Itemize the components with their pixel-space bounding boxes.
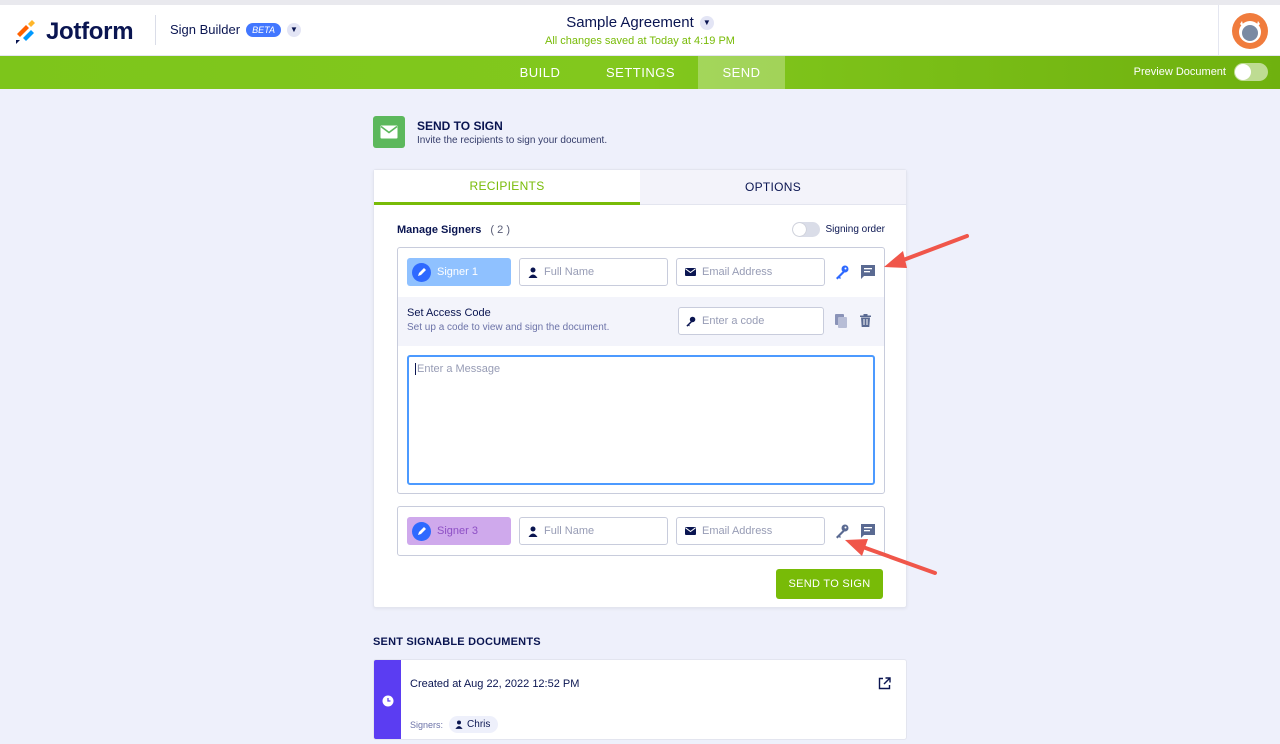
message-textarea[interactable]: Enter a Message (407, 355, 875, 485)
send-to-sign-heading: SEND TO SIGN Invite the recipients to si… (373, 116, 607, 148)
signing-order-toggle[interactable]: Signing order (791, 222, 885, 237)
signer-3-email-input[interactable]: Email Address (676, 517, 825, 545)
preview-label: Preview Document (1133, 66, 1226, 78)
signer-row-1: Signer 1 Full Name Email Address (407, 258, 877, 286)
tab-options[interactable]: OPTIONS (640, 170, 906, 205)
access-code-title: Set Access Code (407, 307, 491, 319)
tab-recipients[interactable]: RECIPIENTS (374, 170, 640, 205)
signer-count: ( 2 ) (490, 223, 510, 236)
document-title[interactable]: Sample Agreement ▼ (566, 14, 714, 31)
signing-order-switch[interactable] (791, 222, 820, 237)
manage-signers-label: Manage Signers (397, 223, 482, 236)
signing-order-label: Signing order (825, 224, 885, 235)
signers-label: Signers: (410, 719, 444, 730)
signer-box-2: Signer 3 Full Name Email Address (397, 506, 885, 556)
mail-icon (685, 527, 696, 535)
send-to-sign-subtitle: Invite the recipients to sign your docum… (417, 134, 608, 146)
document-title-text: Sample Agreement (566, 14, 694, 31)
user-avatar-icon (1238, 20, 1261, 43)
external-link-icon[interactable] (878, 677, 891, 695)
message-icon[interactable] (859, 522, 877, 540)
signer-chip: Chris (449, 716, 499, 733)
tab-settings[interactable]: SETTINGS (583, 56, 698, 89)
signer-1-email-input[interactable]: Email Address (676, 258, 825, 286)
app-header: Jotform Sign Builder BETA ▼ Sample Agree… (0, 5, 1280, 56)
sent-signers-row: Signers: Chris (410, 716, 499, 733)
signer-3-name-input[interactable]: Full Name (519, 517, 668, 545)
user-icon (528, 267, 538, 278)
sent-created-date: Created at Aug 22, 2022 12:52 PM (410, 678, 580, 690)
key-icon (686, 316, 696, 327)
access-code-input[interactable]: Enter a code (678, 307, 824, 335)
message-placeholder: Enter a Message (417, 363, 501, 375)
nav-tabs: BUILD SETTINGS SEND (497, 56, 785, 89)
tab-send[interactable]: SEND (698, 56, 785, 89)
access-code-section: Set Access Code Set up a code to view an… (398, 297, 884, 346)
signer-chip-name: Chris (467, 719, 491, 730)
chevron-down-icon[interactable]: ▼ (699, 15, 714, 30)
text-caret (415, 363, 416, 376)
copy-icon[interactable] (835, 314, 847, 333)
key-icon[interactable] (833, 263, 851, 281)
signer-3-label: Signer 3 (437, 525, 478, 537)
user-menu[interactable] (1218, 5, 1280, 56)
manage-signers-row: Manage Signers ( 2 ) Signing order (397, 222, 885, 237)
send-to-sign-button[interactable]: SEND TO SIGN (776, 569, 883, 599)
clock-icon (382, 695, 393, 706)
user-icon (528, 526, 538, 537)
signer-1-pill[interactable]: Signer 1 (407, 258, 511, 286)
avatar[interactable] (1231, 12, 1268, 49)
signer-1-name-input[interactable]: Full Name (519, 258, 668, 286)
email-placeholder: Email Address (702, 266, 773, 278)
key-icon[interactable] (833, 522, 851, 540)
document-title-area: Sample Agreement ▼ All changes saved at … (0, 14, 1280, 47)
send-to-sign-title: SEND TO SIGN (417, 118, 503, 133)
card-tabs: RECIPIENTS OPTIONS (374, 170, 906, 205)
recipients-card: RECIPIENTS OPTIONS Manage Signers ( 2 ) … (373, 169, 907, 608)
sent-document-item[interactable]: Created at Aug 22, 2022 12:52 PM Signers… (373, 659, 907, 740)
preview-toggle-switch[interactable] (1234, 63, 1268, 81)
preview-document-toggle[interactable]: Preview Document (1134, 63, 1268, 81)
user-icon (455, 720, 463, 729)
signer-box-1: Signer 1 Full Name Email Address Set Acc… (397, 247, 885, 494)
signer-1-label: Signer 1 (437, 266, 478, 278)
access-code-description: Set up a code to view and sign the docum… (407, 322, 610, 333)
envelope-icon (373, 116, 405, 148)
sent-documents-title: SENT SIGNABLE DOCUMENTS (373, 636, 541, 648)
signer-3-pill[interactable]: Signer 3 (407, 517, 511, 545)
save-status: All changes saved at Today at 4:19 PM (545, 35, 735, 47)
pen-icon (412, 521, 431, 541)
builder-nav: BUILD SETTINGS SEND Preview Document (0, 56, 1280, 89)
access-code-placeholder: Enter a code (702, 315, 765, 327)
manage-signers-heading: Manage Signers ( 2 ) (397, 224, 510, 236)
name-placeholder: Full Name (544, 266, 595, 278)
pen-icon (412, 262, 431, 282)
email-placeholder: Email Address (702, 525, 773, 537)
signer-row-2: Signer 3 Full Name Email Address (407, 517, 877, 545)
message-icon[interactable] (859, 263, 877, 281)
name-placeholder: Full Name (544, 525, 595, 537)
mail-icon (685, 268, 696, 276)
sent-status-bar (374, 660, 401, 739)
tab-build[interactable]: BUILD (497, 56, 583, 89)
trash-icon[interactable] (860, 314, 871, 332)
